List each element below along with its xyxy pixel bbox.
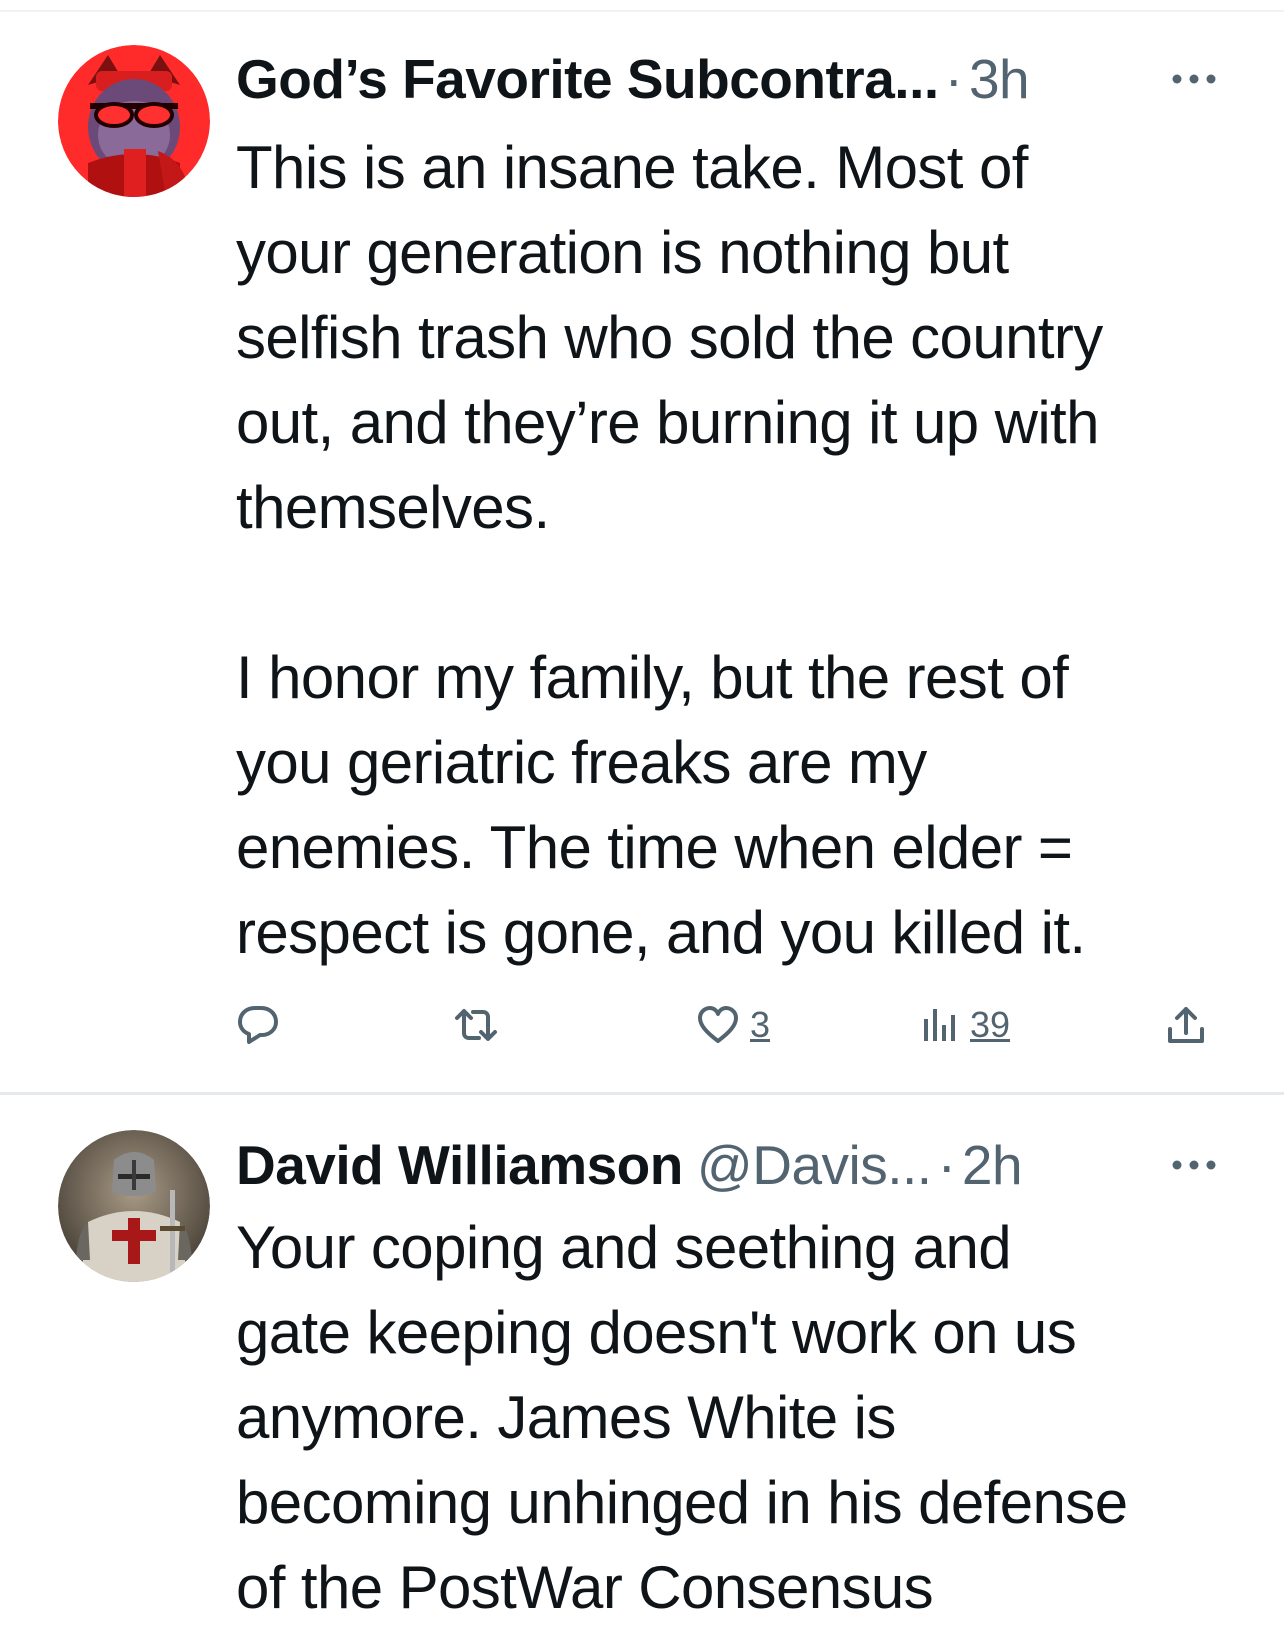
reply-button[interactable]	[236, 995, 280, 1055]
avatar[interactable]	[58, 1130, 210, 1282]
like-button[interactable]: 3	[696, 995, 770, 1055]
tweet-text: Your coping and seething and gate keepin…	[236, 1214, 1128, 1621]
retweet-button[interactable]	[454, 995, 498, 1055]
display-name[interactable]: God’s Favorite Subcontra...	[236, 44, 939, 114]
like-count: 3	[750, 1004, 771, 1045]
views-button[interactable]: 39	[916, 995, 1010, 1055]
more-horizontal-icon	[1172, 74, 1216, 84]
knight-avatar-icon	[58, 1130, 210, 1282]
separator-dot: ·	[937, 1134, 956, 1196]
handle[interactable]: @Davis...	[697, 1130, 932, 1200]
display-name[interactable]: David Williamson	[236, 1130, 683, 1200]
tweet-2[interactable]: David Williamson @Davis... · 2h Your cop…	[0, 1095, 1284, 1644]
tweet-1[interactable]: God’s Favorite Subcontra... · 3h This is…	[0, 0, 1284, 1095]
separator-dot: ·	[944, 48, 963, 110]
timestamp[interactable]: 3h	[969, 44, 1030, 114]
tweet-header: David Williamson @Davis... · 2h	[236, 1130, 1224, 1200]
more-button[interactable]	[1164, 1130, 1224, 1200]
more-button[interactable]	[1164, 44, 1224, 114]
tweet-actions: 3 39	[236, 995, 1226, 1055]
views-count: 39	[970, 1004, 1011, 1045]
avatar[interactable]	[58, 45, 210, 197]
timestamp[interactable]: 2h	[962, 1130, 1023, 1200]
share-button[interactable]	[1164, 995, 1208, 1055]
reply-icon	[238, 1006, 278, 1044]
tweet-text: This is an insane take. Most of your gen…	[236, 134, 1103, 966]
more-horizontal-icon	[1172, 1160, 1216, 1170]
share-icon	[1168, 1007, 1204, 1043]
heart-icon	[698, 1006, 738, 1043]
red-cartoon-avatar-icon	[58, 45, 210, 197]
retweet-icon	[455, 1009, 497, 1041]
views-chart-icon	[924, 1009, 955, 1041]
tweet-header: God’s Favorite Subcontra... · 3h	[236, 44, 1224, 114]
